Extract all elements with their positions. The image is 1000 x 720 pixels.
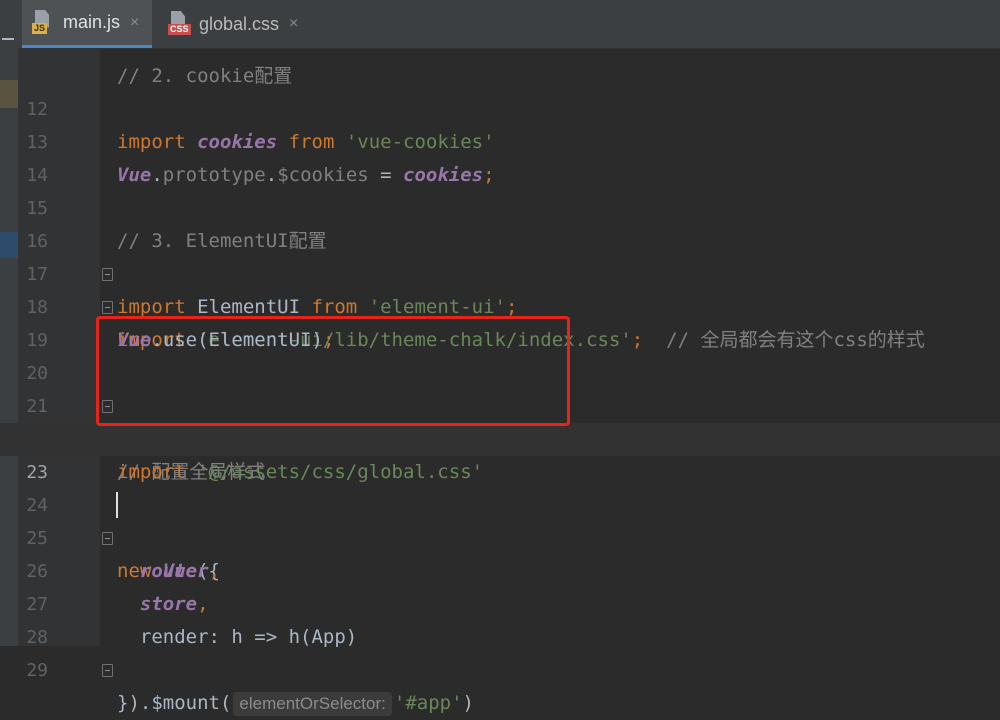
code-line-26[interactable]: 26 store, bbox=[0, 522, 1000, 615]
code-line-18[interactable]: 18 Vue.use(ElementUI); bbox=[0, 258, 1000, 351]
code-line-27[interactable]: 27 render: h => h(App) bbox=[0, 555, 1000, 648]
code-line-17[interactable]: 17 import 'element-ui/lib/theme-chalk/in… bbox=[0, 225, 1000, 351]
fold-icon[interactable] bbox=[102, 664, 113, 677]
code-line-28[interactable]: 28 }).$mount(elementOrSelector: '#app') bbox=[0, 588, 1000, 716]
parameter-hint: elementOrSelector: bbox=[233, 691, 392, 716]
code-line-25[interactable]: 25 router, bbox=[0, 489, 1000, 582]
code-line-15[interactable]: 15 // 3. ElementUI配置 bbox=[0, 159, 1000, 252]
line-number: 29 bbox=[26, 660, 48, 681]
code-line-16[interactable]: 16 import ElementUI from 'element-ui'; bbox=[0, 192, 1000, 318]
code-line-13[interactable]: 13 Vue.prototype.$cookies = cookies; bbox=[0, 93, 1000, 186]
code-line-29[interactable]: 29 bbox=[0, 621, 1000, 681]
code-line-partial: // 2. cookie配置 bbox=[117, 65, 293, 87]
code-line-24[interactable]: 24 new Vue({ bbox=[0, 456, 1000, 582]
code-line-14[interactable]: 14 bbox=[0, 126, 1000, 186]
code-line-12[interactable]: 12 import cookies from 'vue-cookies' bbox=[0, 60, 1000, 153]
annotation-highlight-box bbox=[96, 316, 570, 426]
code-line-23[interactable]: 23 bbox=[0, 423, 1000, 518]
